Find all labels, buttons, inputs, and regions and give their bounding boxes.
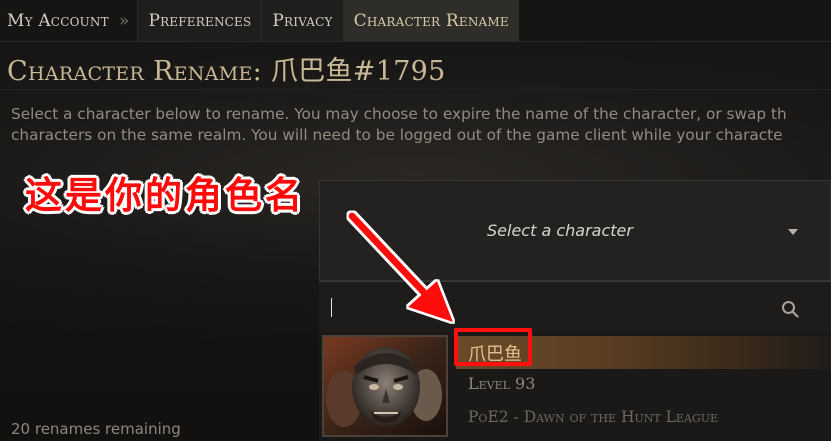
annotation-highlight-box bbox=[454, 328, 532, 366]
tab-preferences-label: Preferences bbox=[148, 10, 252, 31]
breadcrumb-separator: » bbox=[118, 10, 130, 31]
tab-privacy[interactable]: Privacy bbox=[261, 0, 343, 41]
page-title: Character Rename: 爪巴鱼#1795 bbox=[7, 56, 446, 87]
tab-character-rename-label: Character Rename bbox=[353, 10, 509, 31]
page-description: Select a character below to rename. You … bbox=[11, 104, 831, 146]
character-select[interactable]: Select a character bbox=[319, 180, 831, 281]
text-cursor bbox=[331, 298, 332, 317]
character-league: PoE2 - Dawn of the Hunt League bbox=[468, 408, 718, 426]
nav-my-account-label: My Account bbox=[7, 10, 109, 31]
character-search-row bbox=[319, 281, 831, 332]
description-line: Select a character below to rename. You … bbox=[11, 105, 787, 123]
description-line: characters on the same realm. You will n… bbox=[11, 126, 783, 144]
tab-preferences[interactable]: Preferences bbox=[137, 0, 262, 41]
select-placeholder: Select a character bbox=[487, 221, 633, 240]
tab-character-rename[interactable]: Character Rename bbox=[342, 0, 519, 41]
renames-remaining: 20 renames remaining bbox=[11, 420, 181, 438]
character-portrait bbox=[322, 335, 448, 437]
character-option[interactable]: 爪巴鱼 Level 93 PoE2 - Dawn of the Hunt Lea… bbox=[319, 332, 831, 441]
character-search-input[interactable] bbox=[325, 289, 819, 327]
portrait-image bbox=[324, 337, 446, 435]
character-level: Level 93 bbox=[468, 374, 536, 393]
nav-my-account[interactable]: My Account » bbox=[0, 0, 137, 41]
tab-privacy-label: Privacy bbox=[272, 10, 333, 31]
title-divider bbox=[0, 89, 831, 90]
search-icon[interactable] bbox=[781, 300, 799, 318]
annotation-label: 这是你的角色名 bbox=[25, 174, 305, 217]
chevron-down-icon bbox=[788, 229, 798, 235]
account-nav: My Account » Preferences Privacy Charact… bbox=[0, 0, 831, 42]
